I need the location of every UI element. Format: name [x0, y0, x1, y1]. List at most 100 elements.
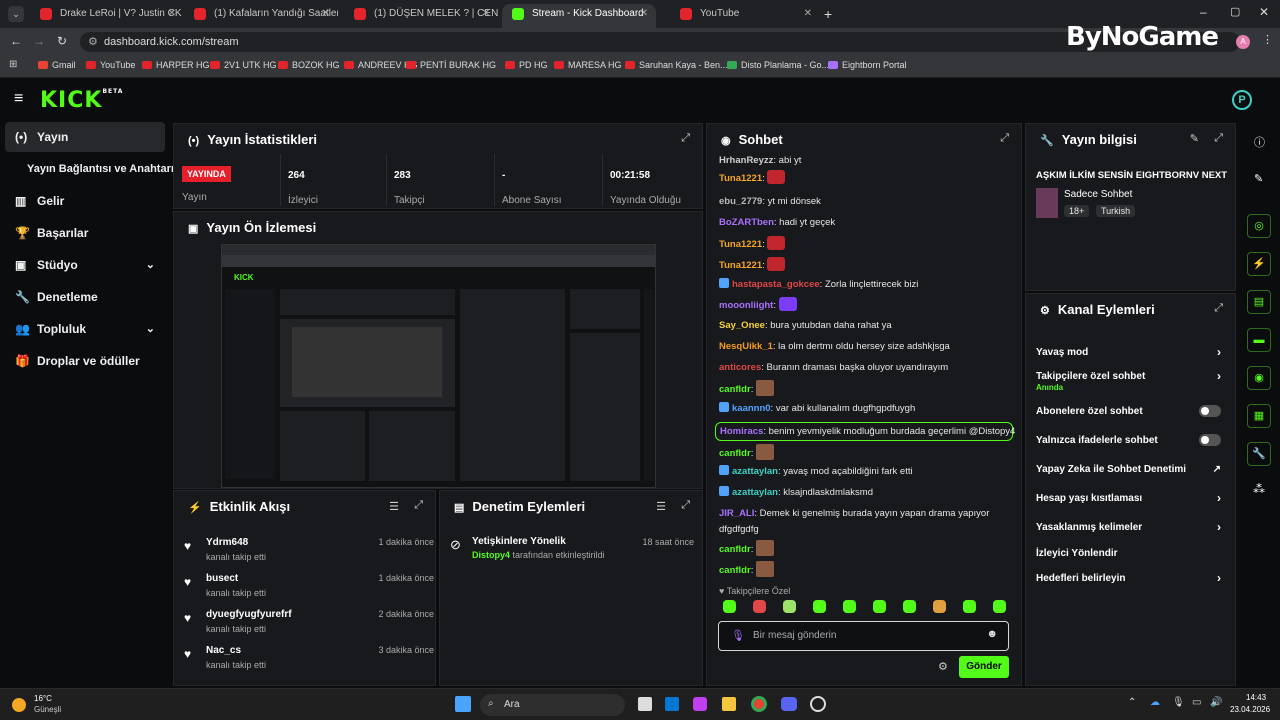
- chat-message[interactable]: anticores: Buranın draması başka oluyor …: [719, 361, 1014, 374]
- chat-username[interactable]: Homiracs: [720, 426, 763, 437]
- site-info-icon[interactable]: ⚙: [88, 32, 98, 52]
- chat-input[interactable]: 🎙 Bir mesaj gönderin ☻: [718, 621, 1009, 651]
- toggle-switch[interactable]: [1199, 405, 1221, 417]
- chat-username[interactable]: Tuna1221: [719, 239, 762, 250]
- chevron-right-icon[interactable]: ›: [1217, 345, 1221, 359]
- pen-icon[interactable]: ✎: [1254, 172, 1263, 185]
- quick-emote[interactable]: [843, 600, 856, 613]
- quick-emote[interactable]: [963, 600, 976, 613]
- chat-message[interactable]: Say_Onee: bura yutubdan daha rahat ya: [719, 319, 1014, 332]
- bookmark-youtube[interactable]: YouTube: [86, 60, 135, 70]
- chat-username[interactable]: kaannn0: [732, 403, 771, 414]
- obs-icon[interactable]: [810, 696, 826, 712]
- stream-preview-video[interactable]: KICK: [221, 244, 656, 488]
- sidebar-item-ba-ar-lar[interactable]: 🏆 Başarılar: [5, 218, 165, 248]
- tab-close-icon[interactable]: ✕: [804, 4, 812, 24]
- sidebar-item-gelir[interactable]: ▥ Gelir: [5, 186, 165, 216]
- browser-tab[interactable]: (1) DÜŞEN MELEK ? | CENK ÖZE✕: [344, 4, 498, 28]
- sidebar-item-st-dyo[interactable]: ▣ Stüdyo ⌄: [5, 250, 165, 280]
- chat-message[interactable]: azattaylan: yavaş mod açabildiğini fark …: [719, 465, 1014, 478]
- chat-username[interactable]: BoZARTben: [719, 217, 774, 228]
- chat-message[interactable]: Tuna1221:: [719, 236, 1014, 251]
- discord-icon[interactable]: [781, 697, 797, 711]
- expand-icon[interactable]: ⤢: [414, 499, 423, 512]
- action-abonelere-zel-sohbet[interactable]: Abonelere özel sohbet: [1036, 405, 1221, 417]
- onedrive-icon[interactable]: ☁: [1150, 697, 1160, 708]
- copilot-icon[interactable]: [693, 697, 707, 711]
- chat-username[interactable]: canfldr: [719, 565, 751, 576]
- document-tool[interactable]: ▤: [1247, 290, 1271, 314]
- chat-username[interactable]: anticores: [719, 362, 761, 373]
- browser-menu-icon[interactable]: ⋮: [1262, 33, 1273, 46]
- file-explorer-icon[interactable]: [722, 697, 736, 711]
- browser-tab[interactable]: (1) Kafaların Yandığı Saatler |Eig✕: [184, 4, 338, 28]
- apps-grid-icon[interactable]: ⊞: [9, 59, 17, 70]
- profile-avatar[interactable]: A: [1236, 35, 1250, 49]
- microphone-icon[interactable]: 🎙: [731, 629, 745, 642]
- quick-emote[interactable]: [993, 600, 1006, 613]
- chat-username[interactable]: mooonliight: [719, 300, 773, 311]
- quick-emote[interactable]: [723, 600, 736, 613]
- user-avatar[interactable]: P: [1232, 90, 1252, 110]
- browser-tab[interactable]: Stream - Kick Dashboard ✕: [502, 4, 656, 28]
- reload-icon[interactable]: ↻: [57, 34, 67, 48]
- maximize-button[interactable]: ▢: [1230, 5, 1240, 18]
- action-takip-ilere-zel-sohbet[interactable]: Takipçilere özel sohbet Anında ›: [1036, 369, 1221, 392]
- tab-close-icon[interactable]: ✕: [640, 4, 648, 24]
- action-yasaklanm-kelimeler[interactable]: Yasaklanmış kelimeler ›: [1036, 520, 1221, 534]
- close-window-button[interactable]: ✕: [1259, 5, 1269, 19]
- camera-tool[interactable]: ◎: [1247, 214, 1271, 238]
- bookmark-gmail[interactable]: Gmail: [38, 60, 76, 70]
- chat-username[interactable]: canfldr: [719, 544, 751, 555]
- forward-icon[interactable]: →: [33, 34, 45, 48]
- chat-message[interactable]: BoZARTben: hadi yt geçek: [719, 216, 1014, 229]
- browser-tab[interactable]: Drake LeRoi | V? Justin CK | Eig✕: [30, 4, 184, 28]
- filter-icon[interactable]: ☰: [656, 500, 666, 513]
- chat-username[interactable]: azattaylan: [732, 487, 778, 498]
- chat-username[interactable]: hastapasta_gokcee: [732, 279, 820, 290]
- expand-icon[interactable]: ⤢: [1214, 132, 1223, 145]
- taskbar-search[interactable]: ⌕ Ara: [480, 694, 625, 716]
- chat-username[interactable]: Tuna1221: [719, 173, 762, 184]
- action-yapay-zeka-ile-sohbet-denetimi[interactable]: Yapay Zeka ile Sohbet Denetimi ↗: [1036, 464, 1221, 475]
- sidebar-item-yay-n-ba-lant-s-ve-anahtar[interactable]: Yayın Bağlantısı ve Anahtarı: [5, 154, 173, 184]
- wrench-tool[interactable]: 🔧: [1247, 442, 1271, 466]
- quick-emote[interactable]: [933, 600, 946, 613]
- chat-message[interactable]: azattaylan: klsajndlaskdmlaksmd: [719, 486, 1014, 499]
- action-hedefleri-belirleyin[interactable]: Hedefleri belirleyin ›: [1036, 571, 1221, 585]
- browser-tab[interactable]: YouTube ✕: [670, 4, 820, 28]
- chat-message[interactable]: canfldr:: [719, 561, 1014, 577]
- kick-logo[interactable]: KICKBETA: [40, 88, 123, 113]
- info-icon[interactable]: ⓘ: [1254, 134, 1265, 150]
- windows-start-icon[interactable]: [455, 696, 471, 712]
- bookmark-pd-hg[interactable]: PD HG: [505, 60, 548, 70]
- bookmark-harper-hg[interactable]: HARPER HG: [142, 60, 210, 70]
- network-icon[interactable]: ▭: [1192, 697, 1201, 708]
- layout-tool[interactable]: ▦: [1247, 404, 1271, 428]
- volume-icon[interactable]: 🔊: [1210, 697, 1222, 708]
- chat-username[interactable]: ebu_2779: [719, 196, 762, 207]
- chat-message[interactable]: canfldr:: [719, 444, 1014, 460]
- bookmark-2v1-utk-hg[interactable]: 2V1 UTK HG: [210, 60, 277, 70]
- chat-message[interactable]: NesqUikk_1: la olm dertmı oldu hersey si…: [719, 340, 1014, 353]
- chat-username[interactable]: JIR_ALI: [719, 508, 754, 519]
- clock-time[interactable]: 14:43: [1246, 693, 1266, 702]
- bookmark-maresa-hg[interactable]: MARESA HG: [554, 60, 622, 70]
- chrome-icon[interactable]: [751, 696, 767, 712]
- quick-emote[interactable]: [813, 600, 826, 613]
- chat-messages[interactable]: HrhanReyzz: abi yt Tuna1221: ebu_2779: yt…: [707, 154, 1023, 584]
- chat-message[interactable]: JIR_ALI: Demek ki genelmiş burada yayın …: [719, 507, 1014, 520]
- chat-message[interactable]: Tuna1221:: [719, 170, 1014, 185]
- chat-message[interactable]: hastapasta_gokcee: Zorla linçlettirecek …: [719, 278, 1014, 291]
- chat-tool[interactable]: ▬: [1247, 328, 1271, 352]
- tab-close-icon[interactable]: ✕: [322, 4, 330, 24]
- new-tab-button[interactable]: +: [824, 6, 832, 22]
- task-view-icon[interactable]: [638, 697, 652, 711]
- chat-username[interactable]: canfldr: [719, 448, 751, 459]
- filter-icon[interactable]: ☰: [389, 500, 399, 513]
- chevron-right-icon[interactable]: ›: [1217, 571, 1221, 585]
- bookmark-disto-planlama-go[interactable]: Disto Planlama - Go...: [727, 60, 829, 70]
- chevron-down-icon[interactable]: ⌄: [146, 250, 155, 280]
- expand-icon[interactable]: ⤢: [1000, 132, 1009, 145]
- emote-bar[interactable]: [718, 600, 1018, 616]
